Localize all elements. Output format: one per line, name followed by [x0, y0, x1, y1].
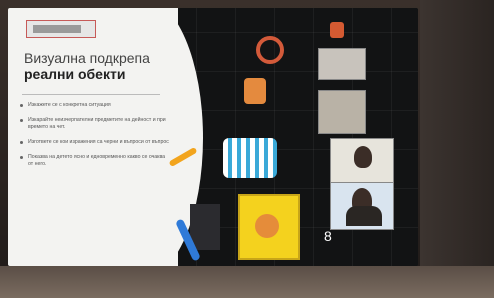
slide-text-panel: Визуална подкрепа реални обекти Изкажете…: [8, 8, 178, 266]
logo-mark: [33, 25, 81, 33]
participant-body: [346, 206, 382, 226]
video-tile[interactable]: [318, 48, 366, 80]
projector-screen: Визуална подкрепа реални обекти Изкажете…: [8, 8, 418, 266]
slide-number: 8: [324, 228, 332, 244]
bullet-item: Изкажете се с конкретна ситуация: [20, 102, 170, 109]
participant-head: [354, 146, 372, 168]
video-tile[interactable]: [318, 90, 366, 134]
room-wall: [420, 0, 494, 298]
slide-title-line2: реални обекти: [24, 66, 126, 82]
lion-illustration: [255, 214, 279, 238]
logo: [26, 20, 96, 38]
bullet-item: Показва на детето ясно и едновременно ка…: [20, 154, 170, 168]
bullet-item: Изгответе се кои изражения са черни и въ…: [20, 139, 170, 146]
small-orange-object: [330, 22, 344, 38]
photo-frame: Визуална подкрепа реални обекти Изкажете…: [0, 0, 494, 298]
title-divider: [22, 94, 160, 95]
bullet-list: Изкажете се с конкретна ситуация Изкарай…: [20, 102, 170, 176]
orange-tag-object: [244, 78, 266, 104]
dark-box-object: [190, 204, 220, 250]
room-floor: [0, 266, 494, 298]
striped-socks-object: [223, 138, 277, 178]
slide-title-line1: Визуална подкрепа: [24, 50, 150, 66]
bullet-item: Изкарайте неизчерпателни предметите на д…: [20, 117, 170, 131]
orange-ring-object: [256, 36, 284, 64]
